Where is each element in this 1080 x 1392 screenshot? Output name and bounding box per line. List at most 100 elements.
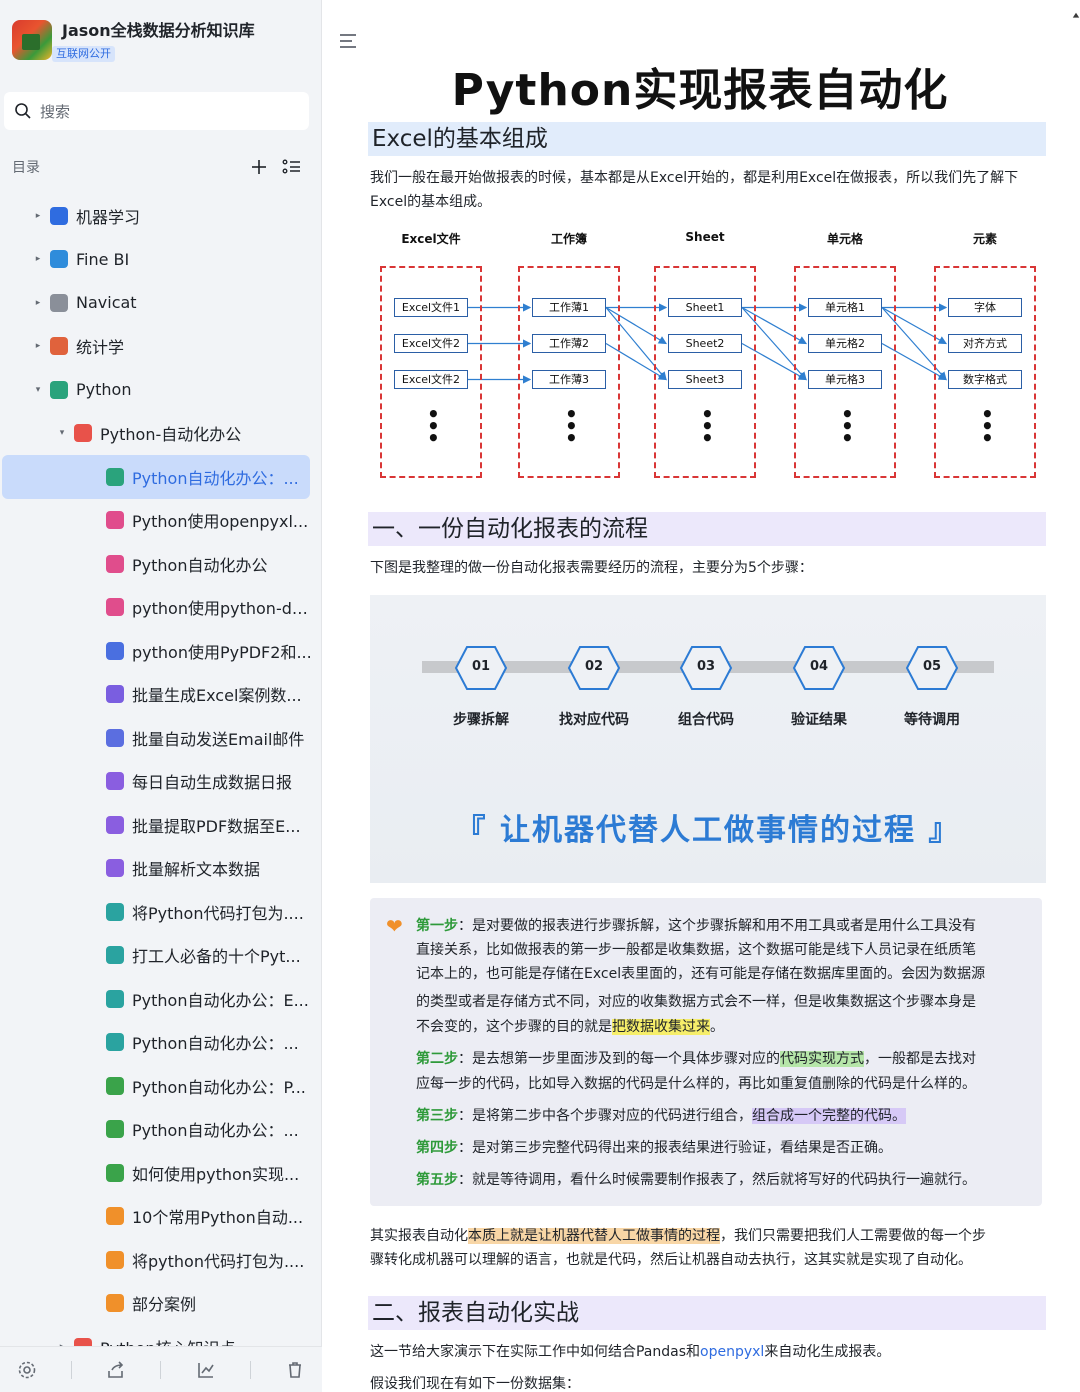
- step-number: 03: [696, 659, 716, 674]
- sidebar-item[interactable]: Python自动化办公：...: [2, 455, 310, 499]
- doc-icon: [106, 1120, 124, 1139]
- sidebar-item[interactable]: python使用python-do...: [0, 586, 322, 630]
- doc-icon: [106, 1207, 124, 1226]
- sidebar-item[interactable]: 批量提取PDF数据至E...: [0, 803, 322, 847]
- doc-icon: [106, 989, 124, 1008]
- diagram-cell: 对齐方式: [948, 334, 1022, 353]
- menu-toggle-icon[interactable]: [338, 32, 358, 50]
- kb-title[interactable]: Jason全栈数据分析知识库: [62, 20, 255, 42]
- doc-icon: [106, 554, 124, 573]
- step-label: 组合代码: [678, 712, 734, 728]
- grid-icon: [106, 728, 124, 747]
- sidebar-item[interactable]: 10个常用Python自动...: [0, 1195, 322, 1239]
- sidebar-item-label: 每日自动生成数据日报: [132, 773, 293, 793]
- diagram-column-header: Excel文件: [401, 232, 461, 246]
- settings-icon[interactable]: [17, 1360, 37, 1380]
- heading-excel-basics: Excel的基本组成: [368, 122, 1046, 156]
- doc-icon: [106, 815, 124, 834]
- sidebar-item[interactable]: Python自动化办公：...: [0, 1021, 322, 1065]
- sidebar-item[interactable]: ▾ Python-自动化办公: [0, 412, 322, 456]
- scroll-up-icon[interactable]: [1072, 8, 1080, 24]
- sidebar-item[interactable]: ▾ Python: [0, 368, 322, 412]
- step5-keyword: 第五步: [416, 1172, 458, 1188]
- step2-text-a2: ，一般都是去找对: [864, 1051, 976, 1067]
- doc-icon: [106, 1033, 124, 1052]
- caret-right-icon[interactable]: ▸: [32, 298, 44, 308]
- diagram-cell: Excel文件2: [394, 370, 468, 389]
- openpyxl-link[interactable]: openpyxl: [700, 1344, 764, 1360]
- globe-icon: [50, 250, 68, 269]
- sidebar-item-label: 机器学习: [76, 207, 141, 227]
- sidebar-item[interactable]: 将python代码打包为....: [0, 1238, 322, 1282]
- search-box[interactable]: 搜索: [4, 92, 309, 130]
- sidebar-item-label: 批量自动发送Email邮件: [132, 729, 305, 749]
- doc-icon: [106, 1294, 124, 1313]
- doc-icon: [106, 902, 124, 921]
- diagram-ellipsis: • • •: [841, 402, 854, 450]
- step4-line: 第四步：是对第三步完整代码得出来的报表结果进行验证，看结果是否正确。: [416, 1136, 1034, 1160]
- step2-line1: 第二步：是去想第一步里面涉及到的每一个具体步骤对应的代码实现方式，一般都是去找对: [416, 1047, 1034, 1071]
- sidebar-item[interactable]: ▸ Navicat: [0, 281, 322, 325]
- divider: [249, 1360, 251, 1379]
- highlight-combine-code: 组合成一个完整的代码。: [752, 1108, 906, 1124]
- outline-list-icon[interactable]: [282, 158, 302, 176]
- doc-icon: [106, 772, 124, 791]
- sidebar-item[interactable]: ▸ Fine BI: [0, 238, 322, 282]
- sidebar-item[interactable]: Python使用openpyxl...: [0, 499, 322, 543]
- practice-text-a: 这一节给大家演示下在实际工作中如何结合Pandas和: [370, 1344, 701, 1360]
- step1-line1: 第一步：是对要做的报表进行步骤拆解，这个步骤拆解和用不用工具或者是用什么工具没有: [416, 914, 1034, 938]
- step1-line3: 记本上的，也可能是存储在Excel表里面的，还有可能是存储在数据库里面的。会因为…: [416, 966, 986, 982]
- step3-text: ：是将第二步中各个步骤对应的代码进行组合，: [458, 1108, 752, 1124]
- sidebar-item-label: 批量解析文本数据: [132, 860, 261, 880]
- paragraph-flow-intro: 下图是我整理的做一份自动化报表需要经历的流程，主要分为5个步骤：: [370, 560, 813, 576]
- gear-icon: [50, 293, 68, 312]
- step1-text-e2: 。: [710, 1019, 724, 1035]
- caret-down-icon[interactable]: ▾: [56, 428, 68, 438]
- sidebar-item[interactable]: 批量解析文本数据: [0, 847, 322, 891]
- doc-icon: [106, 1250, 124, 1269]
- sidebar-item[interactable]: 每日自动生成数据日报: [0, 760, 322, 804]
- sidebar-item[interactable]: 批量生成Excel案例数...: [0, 673, 322, 717]
- document-view: Python实现报表自动化 Excel的基本组成 我们一般在最开始做报表的时候，…: [322, 0, 1080, 1392]
- sidebar-item[interactable]: 打工人必备的十个Pyt...: [0, 934, 322, 978]
- sidebar-item[interactable]: 批量自动发送Email邮件: [0, 716, 322, 760]
- share-icon[interactable]: [106, 1360, 126, 1380]
- practice-text-b: 来自动化生成报表。: [764, 1344, 891, 1360]
- step1-text-a: ：是对要做的报表进行步骤拆解，这个步骤拆解和用不用工具或者是用什么工具没有: [458, 918, 976, 934]
- caret-right-icon[interactable]: ▸: [32, 341, 44, 351]
- diagram-cell: 单元格3: [808, 370, 882, 389]
- sidebar-item[interactable]: 如何使用python实现...: [0, 1151, 322, 1195]
- paragraph-excel-intro: 我们一般在最开始做报表的时候，基本都是从Excel开始的，都是利用Excel在做…: [370, 170, 1019, 210]
- diagram-cell: 工作薄1: [532, 298, 606, 317]
- sidebar-item[interactable]: Python自动化办公：P...: [0, 1064, 322, 1108]
- search-icon: [15, 103, 31, 119]
- step1-line4: 的类型或者是存储方式不同，对应的收集数据方式会不一样，但是收集数据这个步骤本身是: [416, 994, 976, 1010]
- caret-right-icon[interactable]: ▸: [32, 254, 44, 264]
- sidebar-item[interactable]: Python自动化办公：E...: [0, 977, 322, 1021]
- sidebar: Jason全栈数据分析知识库 互联网公开 搜索 目录 ▸ 机器学习 ▸ Fine BI…: [0, 0, 322, 1392]
- add-icon[interactable]: [250, 158, 268, 176]
- sidebar-item-label: Python自动化办公：...: [132, 1121, 299, 1141]
- sidebar-item[interactable]: ▸ 统计学: [0, 325, 322, 369]
- steps-callout: ❤ 第一步：是对要做的报表进行步骤拆解，这个步骤拆解和用不用工具或者是用什么工具…: [370, 898, 1042, 1206]
- sidebar-item-label: Python: [76, 380, 132, 400]
- sidebar-item[interactable]: Python自动化办公: [0, 542, 322, 586]
- trash-icon[interactable]: [285, 1360, 305, 1380]
- sidebar-item[interactable]: python使用PyPDF2和...: [0, 629, 322, 673]
- knowledge-base-header[interactable]: Jason全栈数据分析知识库 互联网公开: [12, 20, 255, 62]
- sidebar-item[interactable]: Python自动化办公：...: [0, 1108, 322, 1152]
- sidebar-item-label: Python自动化办公：P...: [132, 1077, 306, 1097]
- caret-right-icon[interactable]: ▸: [32, 211, 44, 221]
- diagram-ellipsis: • • •: [565, 402, 578, 450]
- sidebar-item-label: Python自动化办公：E...: [132, 990, 309, 1010]
- paragraph-dataset: 假设我们现在有如下一份数据集：: [370, 1376, 580, 1392]
- step1-text-e1: 不会变的，这个步骤的目的就是: [416, 1019, 612, 1035]
- heart-icon: ❤: [386, 914, 403, 938]
- diagram-cell: 单元格1: [808, 298, 882, 317]
- sidebar-item[interactable]: 部分案例: [0, 1282, 322, 1326]
- sidebar-item[interactable]: ▸ 机器学习: [0, 194, 322, 238]
- stats-icon[interactable]: [196, 1360, 216, 1380]
- caret-down-icon[interactable]: ▾: [32, 385, 44, 395]
- step1-line2: 直接关系，比如做报表的第一步一般都是收集数据，这个数据可能是线下人员记录在纸质笔: [416, 942, 976, 958]
- sidebar-item[interactable]: 将Python代码打包为....: [0, 890, 322, 934]
